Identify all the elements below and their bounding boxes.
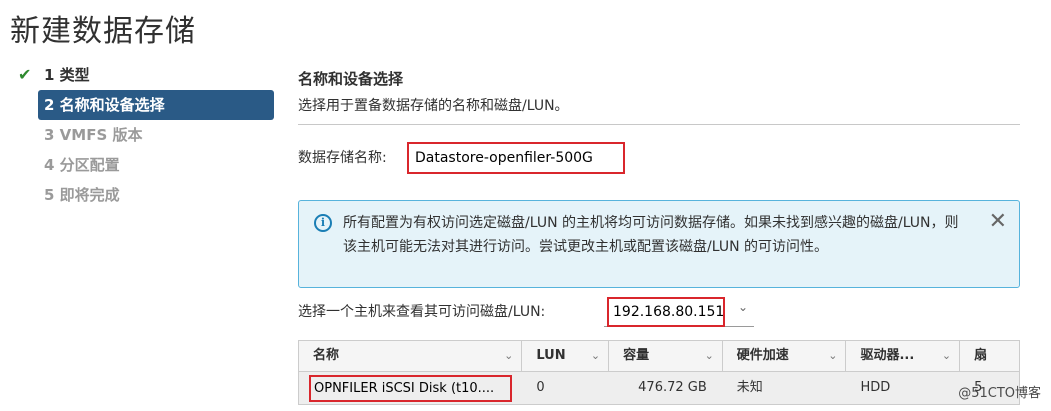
wizard-step-vmfs-version[interactable]: 3 VMFS 版本 (14, 120, 274, 150)
column-header-capacity[interactable]: 容量 ⌄ (609, 341, 723, 371)
section-title: 名称和设备选择 (298, 70, 404, 88)
chevron-down-icon[interactable]: ⌄ (942, 341, 951, 371)
datastore-name-label: 数据存储名称: (298, 150, 387, 166)
host-select-value: 192.168.80.151 (607, 297, 725, 327)
close-icon[interactable]: ✕ (989, 211, 1007, 233)
wizard-step-label: 1 类型 (44, 66, 90, 84)
chevron-down-icon[interactable]: ⌄ (705, 341, 714, 371)
wizard-step-partition[interactable]: 4 分区配置 (14, 150, 274, 180)
wizard-step-label: 3 VMFS 版本 (44, 126, 143, 144)
wizard-steps-nav: ✔ 1 类型 2 名称和设备选择 3 VMFS 版本 4 分区配置 5 即将完成 (14, 60, 274, 210)
section-subtitle: 选择用于置备数据存储的名称和磁盘/LUN。 (298, 98, 569, 114)
wizard-step-ready[interactable]: 5 即将完成 (14, 180, 274, 210)
wizard-step-label: 2 名称和设备选择 (44, 96, 165, 114)
table-row[interactable]: OPNFILER iSCSI Disk (t10.... 0 476.72 GB… (299, 372, 1019, 404)
table-header: 名称 ⌄ LUN ⌄ 容量 ⌄ 硬件加速 ⌄ 驱动器... ⌄ 扇 (299, 341, 1019, 372)
info-icon: i (314, 214, 332, 232)
chevron-down-icon[interactable]: ⌄ (591, 341, 600, 371)
column-header-sector[interactable]: 扇 (960, 341, 1019, 371)
datastore-name-input[interactable] (407, 142, 625, 174)
watermark: @51CTO博客 (958, 386, 1041, 401)
host-select-label: 选择一个主机来查看其可访问磁盘/LUN: (298, 304, 546, 320)
table-cell-name: OPNFILER iSCSI Disk (t10.... (299, 372, 522, 404)
page-title: 新建数据存储 (10, 14, 196, 49)
chevron-down-icon[interactable]: ⌄ (504, 341, 513, 371)
table-cell-lun: 0 (536, 380, 545, 395)
disk-table: 名称 ⌄ LUN ⌄ 容量 ⌄ 硬件加速 ⌄ 驱动器... ⌄ 扇 OPNFIL… (298, 340, 1020, 405)
disk-name-highlight: OPNFILER iSCSI Disk (t10.... (309, 375, 512, 402)
wizard-step-label: 5 即将完成 (44, 186, 120, 204)
check-icon: ✔ (18, 65, 32, 84)
table-cell-capacity: 476.72 GB (638, 380, 707, 395)
wizard-step-name-device[interactable]: 2 名称和设备选择 (38, 90, 274, 120)
column-header-name[interactable]: 名称 ⌄ (299, 341, 523, 371)
info-alert: i 所有配置为有权访问选定磁盘/LUN 的主机将均可访问数据存储。如果未找到感兴… (298, 200, 1020, 288)
chevron-down-icon: ⌄ (737, 300, 748, 314)
wizard-step-type[interactable]: ✔ 1 类型 (14, 60, 274, 90)
host-select[interactable]: 192.168.80.151 ⌄ (604, 297, 754, 327)
wizard-step-label: 4 分区配置 (44, 156, 120, 174)
column-header-drive-type[interactable]: 驱动器... ⌄ (846, 341, 961, 371)
chevron-down-icon[interactable]: ⌄ (828, 341, 837, 371)
table-cell-drive-type: HDD (860, 380, 891, 395)
section-divider (298, 124, 1020, 125)
column-header-lun[interactable]: LUN ⌄ (522, 341, 610, 371)
column-header-hw-accel[interactable]: 硬件加速 ⌄ (723, 341, 847, 371)
info-alert-text: 所有配置为有权访问选定磁盘/LUN 的主机将均可访问数据存储。如果未找到感兴趣的… (343, 215, 959, 255)
table-cell-hw-accel: 未知 (736, 380, 763, 395)
